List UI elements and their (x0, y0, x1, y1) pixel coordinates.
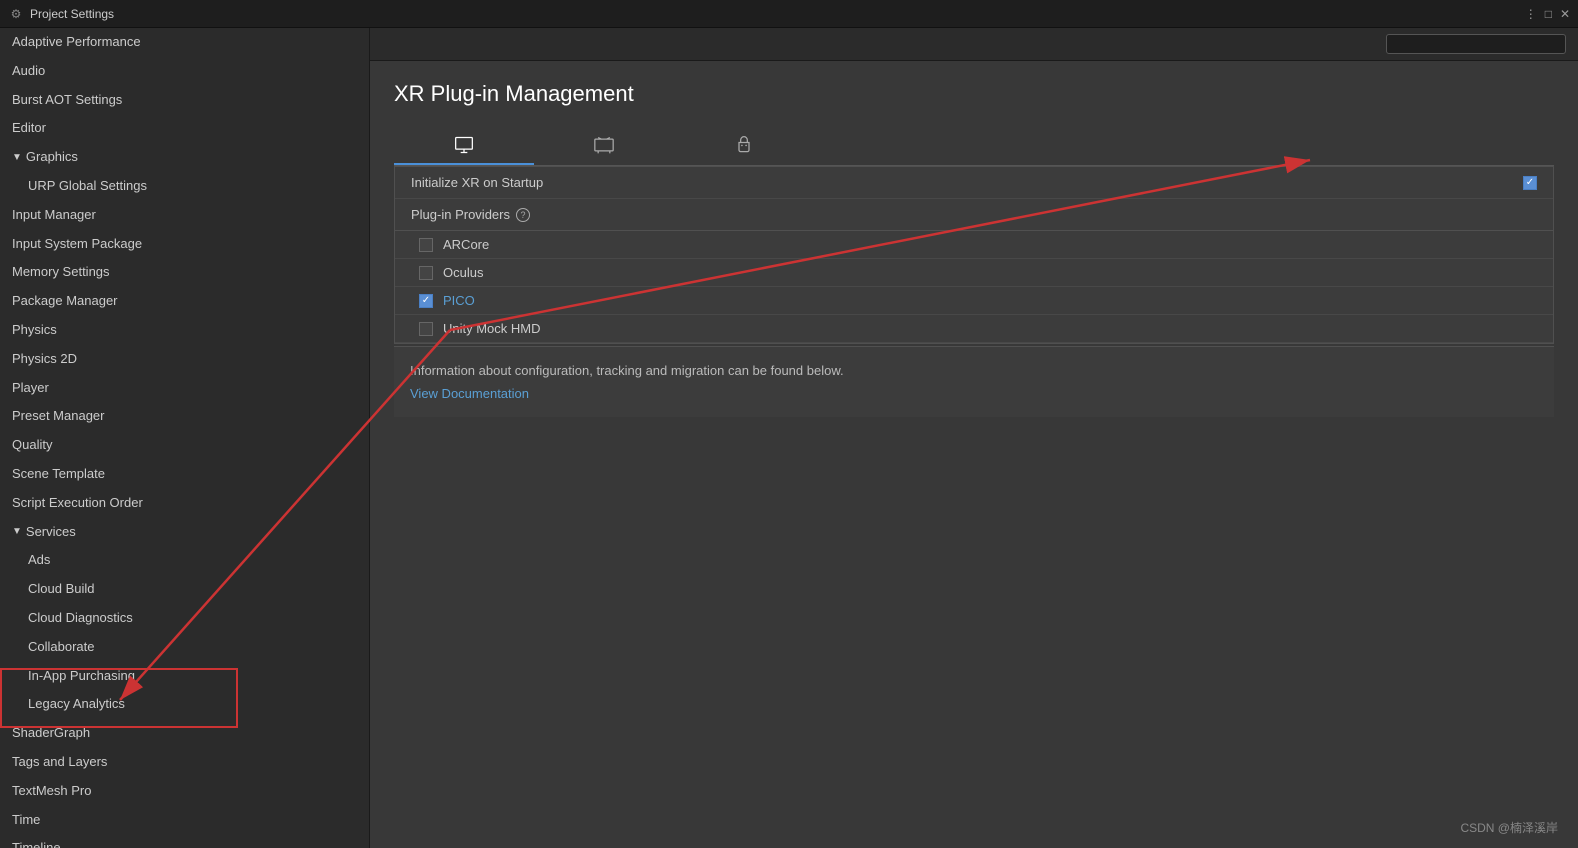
plugin-label-oculus: Oculus (443, 265, 483, 280)
sidebar-item-legacy-analytics[interactable]: Legacy Analytics (0, 690, 369, 719)
sidebar-item-cloud-diagnostics[interactable]: Cloud Diagnostics (0, 604, 369, 633)
sidebar-item-graphics[interactable]: ▼Graphics (0, 143, 369, 172)
plugin-label-arcore: ARCore (443, 237, 489, 252)
sidebar-item-textmesh-pro[interactable]: TextMesh Pro (0, 777, 369, 806)
plugin-item-pico: PICO (395, 287, 1553, 315)
plugin-item-unity-mock-hmd: Unity Mock HMD (395, 315, 1553, 343)
maximize-button[interactable]: □ (1545, 7, 1552, 21)
sidebar-item-ads[interactable]: Ads (0, 546, 369, 575)
sidebar-item-time[interactable]: Time (0, 806, 369, 835)
sidebar-item-player[interactable]: Player (0, 374, 369, 403)
sidebar-item-memory-settings[interactable]: Memory Settings (0, 258, 369, 287)
title-bar: ⚙ Project Settings ⋮ □ ✕ (0, 0, 1578, 28)
sidebar-item-urp-global[interactable]: URP Global Settings (0, 172, 369, 201)
plugin-items-list: ARCore Oculus PICO Unity Mock HMD (395, 231, 1553, 343)
initialize-xr-value (1523, 176, 1537, 190)
plugin-providers-header: Plug-in Providers ? (395, 199, 1553, 231)
sidebar-item-editor[interactable]: Editor (0, 114, 369, 143)
window-controls[interactable]: ⋮ □ ✕ (1525, 7, 1570, 21)
platform-tabs (394, 127, 1554, 166)
sidebar-item-scene-template[interactable]: Scene Template (0, 460, 369, 489)
plugin-checkbox-pico[interactable] (419, 294, 433, 308)
main-layout: Adaptive PerformanceAudioBurst AOT Setti… (0, 28, 1578, 848)
sidebar-item-package-manager[interactable]: Package Manager (0, 287, 369, 316)
sidebar: Adaptive PerformanceAudioBurst AOT Setti… (0, 28, 370, 848)
sidebar-item-physics-2d[interactable]: Physics 2D (0, 345, 369, 374)
close-button[interactable]: ✕ (1560, 7, 1570, 21)
help-icon[interactable]: ? (516, 208, 530, 222)
plugin-item-oculus: Oculus (395, 259, 1553, 287)
content-inner: XR Plug-in Management Initialize XR on S… (370, 61, 1578, 437)
sidebar-item-script-execution[interactable]: Script Execution Order (0, 489, 369, 518)
sidebar-item-physics[interactable]: Physics (0, 316, 369, 345)
menu-button[interactable]: ⋮ (1525, 7, 1537, 21)
sidebar-item-quality[interactable]: Quality (0, 431, 369, 460)
sidebar-item-cloud-build[interactable]: Cloud Build (0, 575, 369, 604)
watermark: CSDN @楠泽溪岸 (1460, 819, 1558, 836)
search-input[interactable] (1386, 34, 1566, 54)
view-documentation-link[interactable]: View Documentation (410, 386, 529, 401)
sidebar-item-services[interactable]: ▼Services (0, 518, 369, 547)
sidebar-item-audio[interactable]: Audio (0, 57, 369, 86)
plugin-checkbox-oculus[interactable] (419, 266, 433, 280)
sidebar-item-tags-layers[interactable]: Tags and Layers (0, 748, 369, 777)
sidebar-item-input-manager[interactable]: Input Manager (0, 201, 369, 230)
plugin-checkbox-unity-mock-hmd[interactable] (419, 322, 433, 336)
plugin-item-arcore: ARCore (395, 231, 1553, 259)
sidebar-label-services: Services (26, 522, 76, 543)
sidebar-item-input-system[interactable]: Input System Package (0, 230, 369, 259)
sidebar-item-adaptive-performance[interactable]: Adaptive Performance (0, 28, 369, 57)
initialize-xr-checkbox[interactable] (1523, 176, 1537, 190)
window-title: Project Settings (30, 7, 114, 21)
plugin-providers-label: Plug-in Providers (411, 207, 510, 222)
plugin-checkbox-arcore[interactable] (419, 238, 433, 252)
settings-icon: ⚙ (8, 6, 24, 22)
plugin-label-unity-mock-hmd: Unity Mock HMD (443, 321, 541, 336)
page-title: XR Plug-in Management (394, 81, 1554, 107)
sidebar-item-burst-aot[interactable]: Burst AOT Settings (0, 86, 369, 115)
sidebar-item-shadergraph[interactable]: ShaderGraph (0, 719, 369, 748)
sidebar-item-in-app-purchasing[interactable]: In-App Purchasing (0, 662, 369, 691)
info-section: Information about configuration, trackin… (394, 346, 1554, 417)
info-text: Information about configuration, trackin… (410, 363, 1538, 378)
sidebar-item-preset-manager[interactable]: Preset Manager (0, 402, 369, 431)
sidebar-item-timeline[interactable]: Timeline (0, 834, 369, 848)
plugin-providers-section: Plug-in Providers ? ARCore Oculus PICO Unit… (395, 199, 1553, 343)
platform-tab-desktop[interactable] (394, 127, 534, 165)
sidebar-item-collaborate[interactable]: Collaborate (0, 633, 369, 662)
settings-panel: Initialize XR on Startup Plug-in Provide… (394, 166, 1554, 344)
initialize-xr-row: Initialize XR on Startup (395, 167, 1553, 199)
plugin-label-pico: PICO (443, 293, 475, 308)
platform-tab-android[interactable] (674, 127, 814, 165)
content-area: XR Plug-in Management Initialize XR on S… (370, 28, 1578, 848)
initialize-xr-label: Initialize XR on Startup (411, 175, 1523, 190)
sidebar-label-graphics: Graphics (26, 147, 78, 168)
platform-tab-tv[interactable] (534, 127, 674, 165)
search-bar (370, 28, 1578, 61)
